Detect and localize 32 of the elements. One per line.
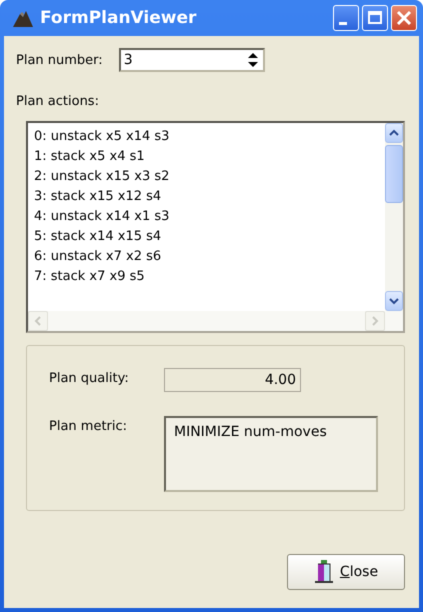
list-item[interactable]: 2: unstack x15 x3 s2 <box>34 167 379 187</box>
plan-number-spinner[interactable]: 3 <box>118 48 265 72</box>
list-item[interactable]: 1: stack x5 x4 s1 <box>34 147 379 167</box>
window-title: FormPlanViewer <box>40 8 196 28</box>
minimize-icon <box>339 22 347 24</box>
spinner-arrows-icon[interactable] <box>246 51 260 69</box>
chevron-left-icon <box>34 316 42 326</box>
list-item[interactable]: 4: unstack x14 x1 s3 <box>34 207 379 227</box>
plan-actions-list[interactable]: 0: unstack x5 x14 s3 1: stack x5 x4 s1 2: unstack x15 x3 s2 3: stack x15 x12 s4 4: unstack x14 x1 s3 5: stack x14 x15 s4 6: unstack x7 x2 s6 7: stack x7 x9 s5 <box>26 121 405 333</box>
plan-quality-field: 4.00 <box>164 368 301 392</box>
maximize-button[interactable] <box>362 5 388 31</box>
vertical-scrollbar[interactable] <box>385 123 403 311</box>
list-item[interactable]: 3: stack x15 x12 s4 <box>34 187 379 207</box>
close-button[interactable] <box>391 5 417 31</box>
plan-quality-label: Plan quality: <box>49 371 130 386</box>
plan-metric-field: MINIMIZE num-moves <box>164 416 378 492</box>
close-dialog-button[interactable]: Close <box>287 554 405 590</box>
chevron-down-icon <box>389 297 399 305</box>
door-icon <box>314 560 334 584</box>
minimize-button[interactable] <box>333 5 359 31</box>
chevron-right-icon <box>371 316 379 326</box>
list-item[interactable]: 0: unstack x5 x14 s3 <box>34 127 379 147</box>
plan-actions-label: Plan actions: <box>16 94 100 109</box>
scroll-down-button[interactable] <box>385 291 403 311</box>
list-item[interactable]: 7: stack x7 x9 s5 <box>34 267 379 287</box>
chevron-up-icon <box>389 129 399 137</box>
list-item[interactable]: 5: stack x14 x15 s4 <box>34 227 379 247</box>
plan-metric-label: Plan metric: <box>49 419 128 434</box>
list-item[interactable]: 6: unstack x7 x2 s6 <box>34 247 379 267</box>
plan-number-label: Plan number: <box>16 52 103 68</box>
scrollbar-thumb[interactable] <box>385 145 403 203</box>
scroll-up-button[interactable] <box>385 123 403 143</box>
